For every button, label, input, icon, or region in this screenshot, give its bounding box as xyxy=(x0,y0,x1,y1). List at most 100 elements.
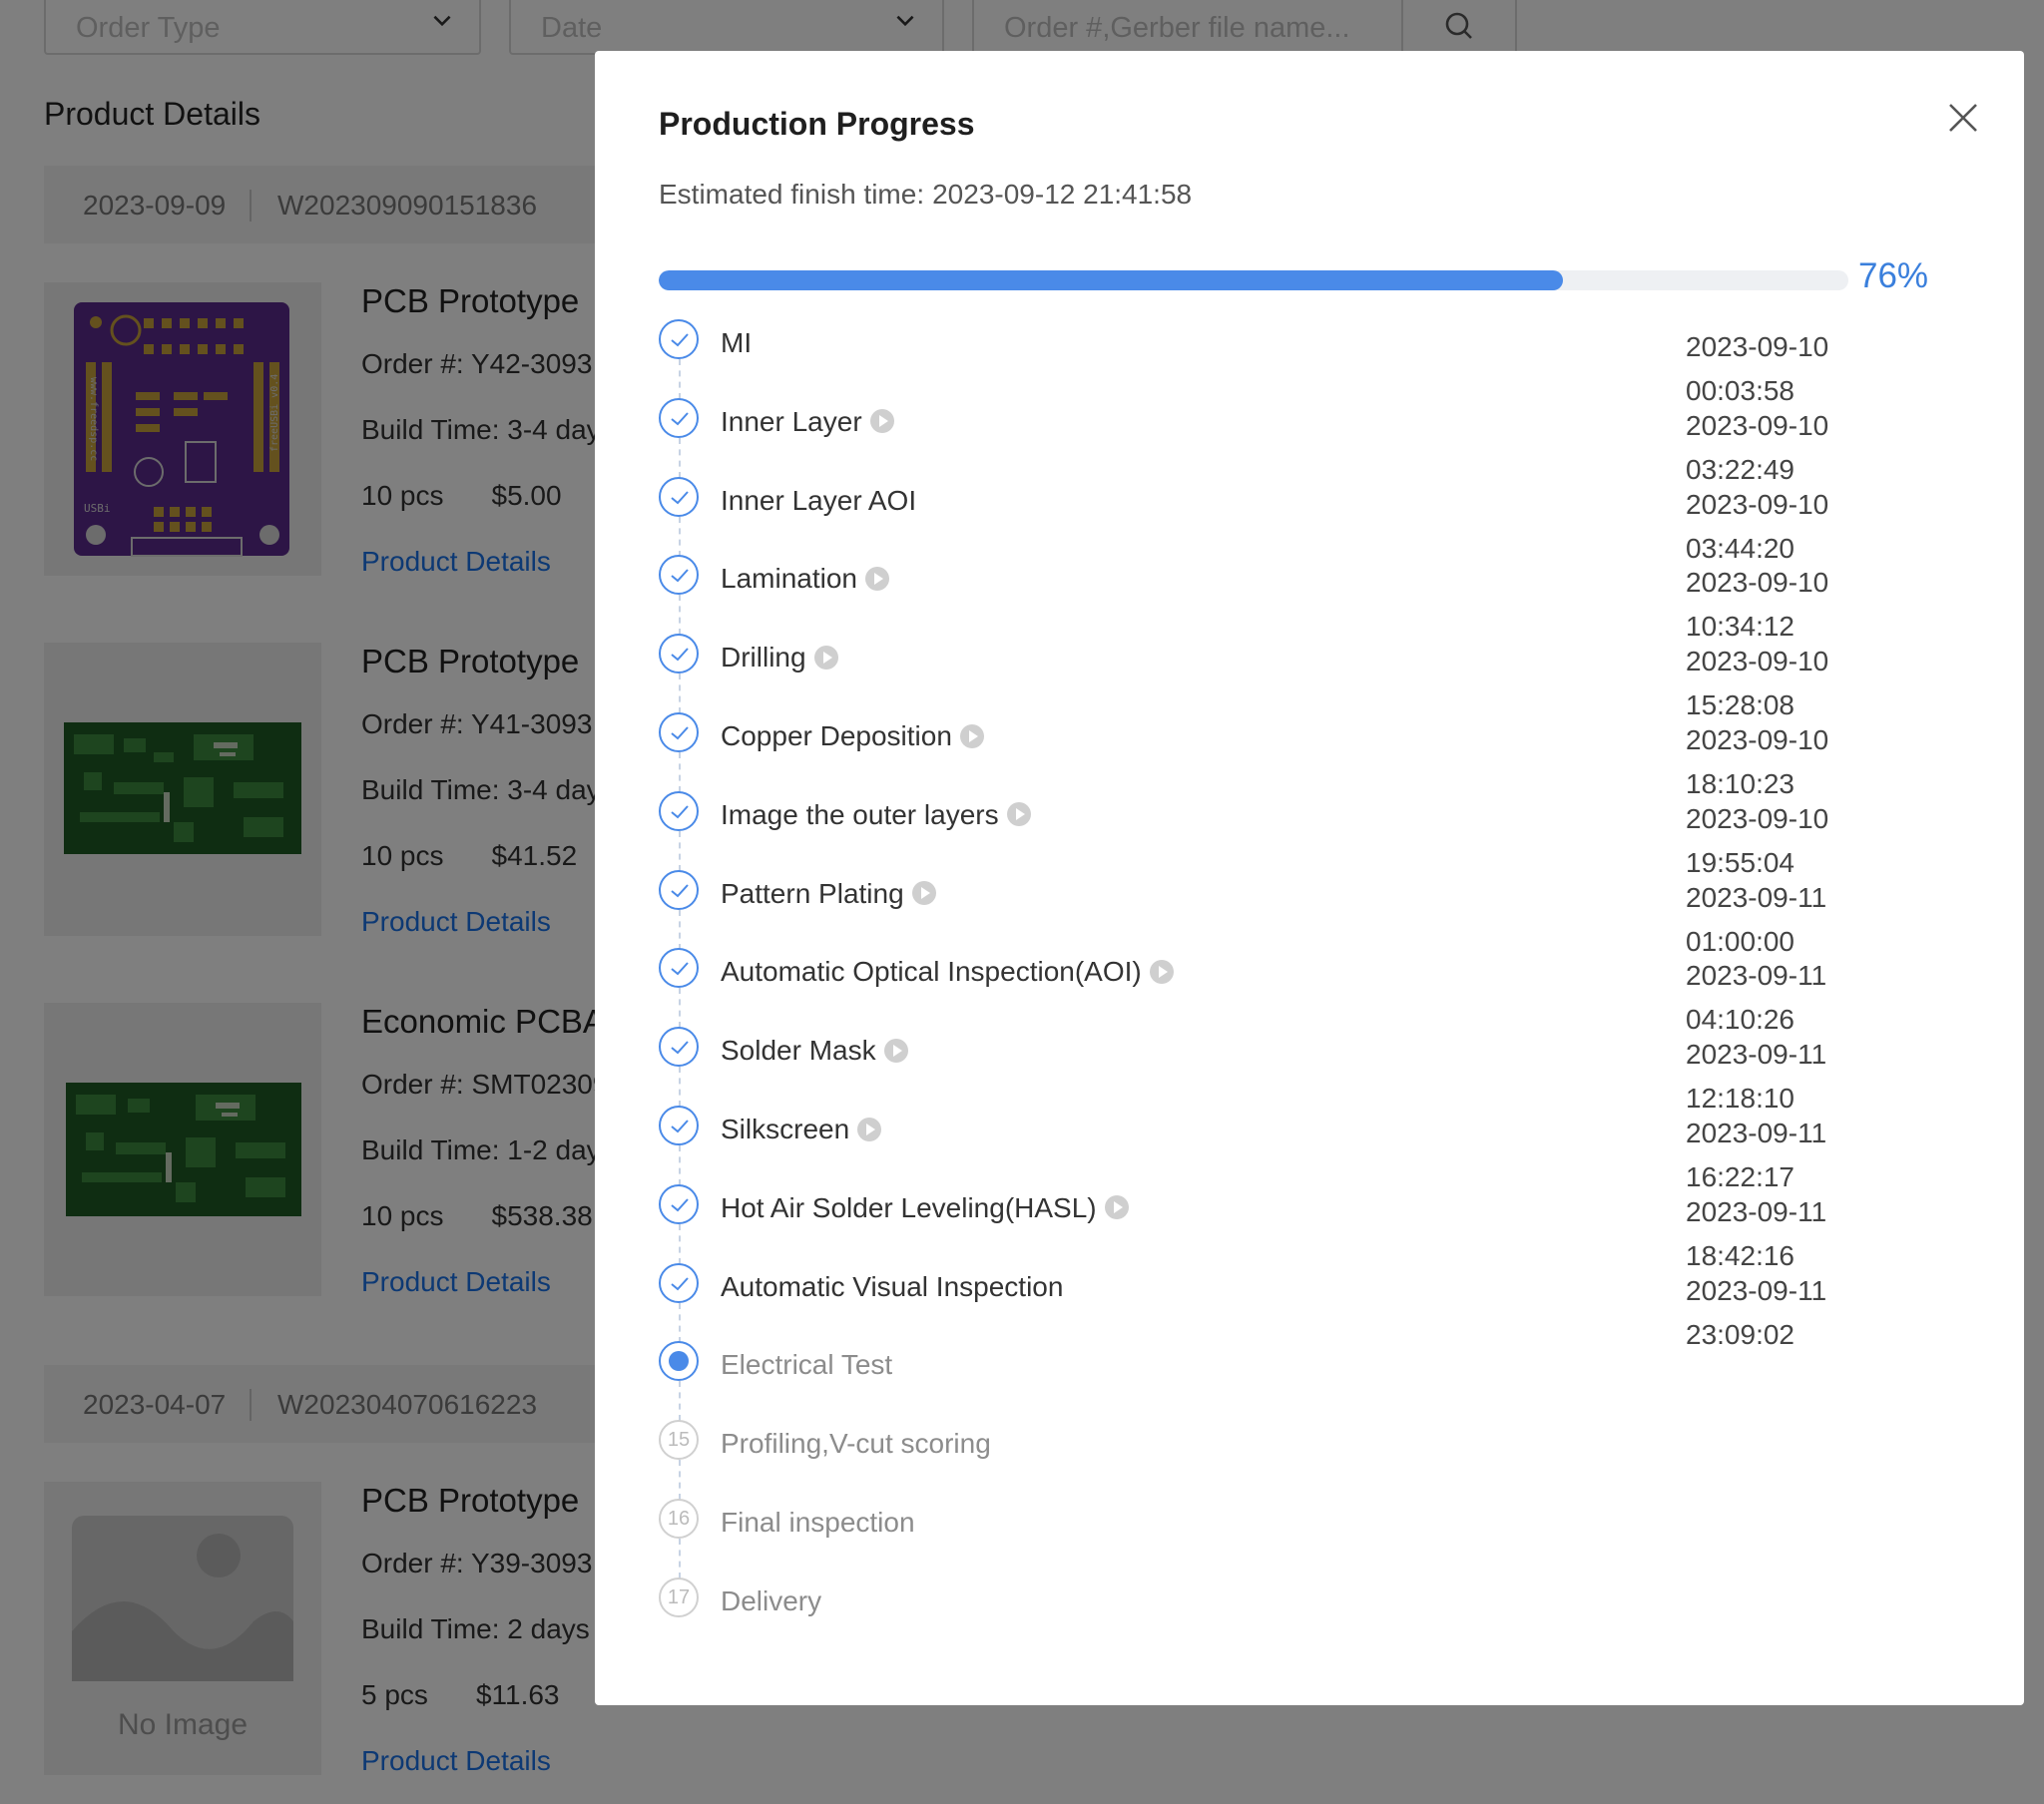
step-label: Image the outer layers xyxy=(721,798,999,830)
step-date: 2023-09-11 xyxy=(1686,1274,1827,1306)
step-connector xyxy=(679,1538,681,1578)
step-number-icon: 16 xyxy=(659,1498,699,1539)
step-name: Automatic Visual Inspection xyxy=(721,1271,1063,1303)
play-video-icon[interactable] xyxy=(959,723,984,748)
step-connector xyxy=(679,437,681,478)
step-name: Copper Deposition xyxy=(721,720,984,752)
step-label: Automatic Visual Inspection xyxy=(721,1270,1064,1302)
check-icon xyxy=(671,726,689,740)
step-done-icon xyxy=(659,948,699,989)
progress-step: Inner Layer 2023-09-10 03:22:49 xyxy=(659,397,1956,485)
progress-step: Drilling 2023-09-10 15:28:08 xyxy=(659,634,1956,720)
progress-step: Automatic Optical Inspection(AOI) 2023-09… xyxy=(659,948,1956,1035)
step-label: Final inspection xyxy=(721,1506,915,1538)
progress-step: Inner Layer AOI 2023-09-10 03:44:20 xyxy=(659,476,1956,564)
step-done-icon xyxy=(659,476,699,517)
step-done-icon xyxy=(659,634,699,675)
step-done-icon xyxy=(659,711,699,752)
check-icon xyxy=(671,648,689,662)
production-steps-list: MI 2023-09-10 00:03:58 Inner Layer 2023-09-1… xyxy=(659,319,1956,1656)
step-date: 2023-09-11 xyxy=(1686,1039,1827,1071)
estimated-finish-time: Estimated finish time: 2023-09-12 21:41:5… xyxy=(659,179,1192,211)
play-video-icon[interactable] xyxy=(911,881,936,906)
step-connector xyxy=(679,1144,681,1185)
step-connector xyxy=(679,988,681,1029)
step-label: Silkscreen xyxy=(721,1113,850,1144)
step-date: 2023-09-10 xyxy=(1686,409,1829,441)
step-label: Drilling xyxy=(721,642,806,674)
check-icon xyxy=(671,883,689,897)
eta-value: 2023-09-12 21:41:58 xyxy=(932,179,1193,210)
step-date: 2023-09-10 xyxy=(1686,488,1829,520)
play-video-icon[interactable] xyxy=(1149,959,1174,984)
check-icon xyxy=(671,333,689,347)
step-name: Silkscreen xyxy=(721,1113,882,1145)
step-date: 2023-09-10 xyxy=(1686,723,1829,755)
step-name: Delivery xyxy=(721,1585,821,1617)
close-icon[interactable] xyxy=(1946,101,1980,135)
step-date: 2023-09-11 xyxy=(1686,960,1827,992)
step-connector xyxy=(679,516,681,557)
step-label: Inner Layer AOI xyxy=(721,484,917,516)
progress-step: 15 Profiling,V-cut scoring xyxy=(659,1420,1956,1501)
step-connector xyxy=(679,909,681,950)
step-name: Hot Air Solder Leveling(HASL) xyxy=(721,1192,1129,1224)
play-video-icon[interactable] xyxy=(813,645,838,670)
step-label: MI xyxy=(721,327,753,358)
step-date: 2023-09-10 xyxy=(1686,567,1829,599)
play-video-icon[interactable] xyxy=(1006,802,1031,827)
progress-step: Automatic Visual Inspection 2023-09-11 23:… xyxy=(659,1262,1956,1350)
step-connector xyxy=(679,674,681,714)
step-done-icon xyxy=(659,555,699,596)
step-label: Automatic Optical Inspection(AOI) xyxy=(721,956,1142,988)
step-done-icon xyxy=(659,1183,699,1224)
step-name: Profiling,V-cut scoring xyxy=(721,1428,991,1460)
step-label: Lamination xyxy=(721,563,857,595)
step-connector xyxy=(679,1302,681,1343)
step-label: Solder Mask xyxy=(721,1035,876,1067)
step-date: 2023-09-11 xyxy=(1686,881,1827,913)
step-name: Inner Layer xyxy=(721,406,894,438)
check-icon xyxy=(671,1041,689,1055)
step-name: Solder Mask xyxy=(721,1035,908,1067)
progress-bar-fill xyxy=(659,270,1563,290)
step-done-icon xyxy=(659,869,699,910)
step-date: 2023-09-11 xyxy=(1686,1195,1827,1227)
step-label: Pattern Plating xyxy=(721,877,904,909)
step-label: Electrical Test xyxy=(721,1349,893,1381)
play-video-icon[interactable] xyxy=(883,1038,908,1063)
production-progress-modal: Production Progress Estimated finish tim… xyxy=(595,51,2024,1705)
progress-step: Pattern Plating 2023-09-11 01:00:00 xyxy=(659,869,1956,957)
eta-label: Estimated finish time: xyxy=(659,179,925,210)
progress-step: Electrical Test xyxy=(659,1341,1956,1422)
step-done-icon xyxy=(659,397,699,438)
step-date: 2023-09-11 xyxy=(1686,1117,1827,1148)
step-current-icon xyxy=(659,1341,699,1382)
progress-step: Copper Deposition 2023-09-10 18:10:23 xyxy=(659,711,1956,799)
step-date: 2023-09-10 xyxy=(1686,802,1829,834)
step-label: Inner Layer xyxy=(721,405,862,437)
step-label: Delivery xyxy=(721,1584,822,1616)
step-done-icon xyxy=(659,319,699,359)
step-number-icon: 17 xyxy=(659,1577,699,1617)
step-date: 2023-09-10 xyxy=(1686,331,1829,362)
check-icon xyxy=(671,569,689,583)
progress-step: Solder Mask 2023-09-11 12:18:10 xyxy=(659,1027,1956,1114)
modal-title: Production Progress xyxy=(659,106,975,142)
play-video-icon[interactable] xyxy=(1104,1195,1129,1220)
progress-step: Lamination 2023-09-10 10:34:12 xyxy=(659,555,1956,642)
play-video-icon[interactable] xyxy=(869,409,894,434)
progress-percent: 76% xyxy=(1858,256,1929,295)
play-video-icon[interactable] xyxy=(857,1117,882,1141)
progress-step: Hot Air Solder Leveling(HASL) 2023-09-11 1… xyxy=(659,1183,1956,1271)
step-name: Automatic Optical Inspection(AOI) xyxy=(721,956,1174,988)
step-label: Profiling,V-cut scoring xyxy=(721,1428,991,1460)
play-video-icon[interactable] xyxy=(864,567,889,591)
progress-step: 16 Final inspection xyxy=(659,1498,1956,1578)
check-icon xyxy=(671,805,689,819)
step-connector xyxy=(679,751,681,792)
step-name: Image the outer layers xyxy=(721,799,1031,831)
step-done-icon xyxy=(659,790,699,831)
step-connector xyxy=(679,1381,681,1422)
check-icon xyxy=(671,1120,689,1133)
